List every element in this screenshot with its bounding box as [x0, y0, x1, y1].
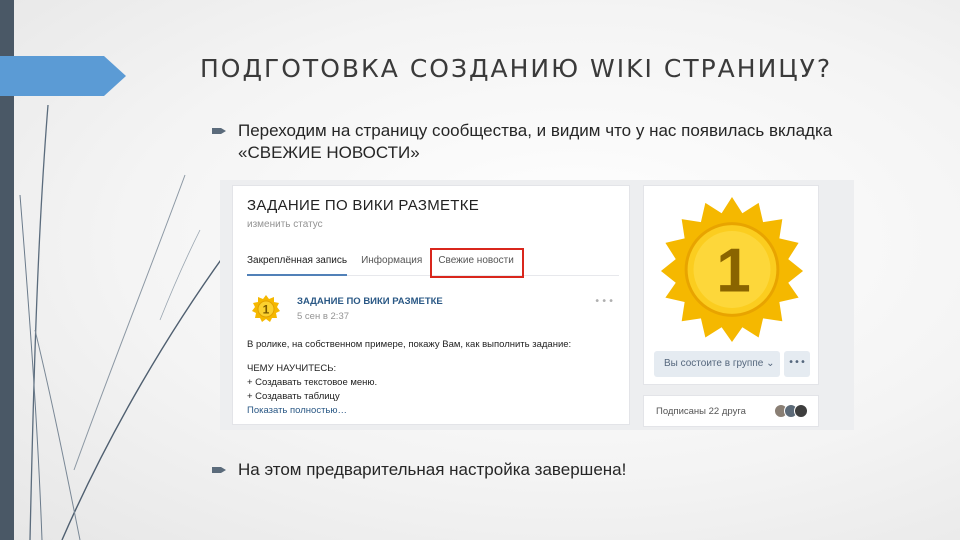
group-avatar-card: 1 Вы состоите в группе ⌄ •••: [643, 185, 819, 385]
post-line: В ролике, на собственном примере, покажу…: [247, 339, 572, 350]
bullet-text: На этом предварительная настройка заверш…: [238, 460, 627, 479]
group-title: ЗАДАНИЕ ПО ВИКИ РАЗМЕТКЕ: [247, 197, 480, 214]
avatar: [794, 404, 808, 418]
medal-icon: 1: [660, 196, 804, 342]
friend-avatars[interactable]: [774, 404, 808, 418]
slide-title: ПОДГОТОВКА СОЗДАНИЮ WIKI СТРАНИЦУ?: [200, 54, 833, 83]
bullet-item: Переходим на страницу сообщества, и види…: [212, 120, 852, 164]
post-line: ЧЕМУ НАУЧИТЕСЬ:: [247, 363, 337, 374]
friends-card: Подписаны 22 друга: [643, 395, 819, 427]
post-timestamp[interactable]: 5 сен в 2:37: [297, 311, 349, 322]
tab-fresh-news[interactable]: Свежие новости: [430, 248, 524, 278]
post-line: + Создавать текстовое меню.: [247, 377, 378, 388]
svg-text:1: 1: [263, 303, 270, 317]
post-line: + Создавать таблицу: [247, 391, 340, 402]
group-tabs: Закреплённая запись Информация Свежие но…: [247, 248, 619, 278]
vk-screenshot: ЗАДАНИЕ ПО ВИКИ РАЗМЕТКЕ изменить статус…: [220, 180, 854, 430]
more-actions-button[interactable]: •••: [784, 351, 810, 377]
post-body: В ролике, на собственном примере, покажу…: [247, 338, 619, 418]
svg-text:1: 1: [716, 237, 751, 306]
show-more-link[interactable]: Показать полностью…: [247, 404, 619, 418]
post-more-menu[interactable]: •••: [594, 296, 615, 307]
change-status-link[interactable]: изменить статус: [247, 219, 323, 230]
post-author-link[interactable]: ЗАДАНИЕ ПО ВИКИ РАЗМЕТКЕ: [297, 296, 443, 307]
bullet-arrow-icon: [212, 467, 226, 473]
tab-info[interactable]: Информация: [361, 252, 422, 276]
medal-avatar-icon: 1: [252, 295, 280, 322]
bullet-item: На этом предварительная настройка заверш…: [212, 459, 852, 481]
title-arrow-marker: [0, 56, 126, 96]
member-status-button[interactable]: Вы состоите в группе ⌄: [654, 351, 780, 377]
tab-pinned-post[interactable]: Закреплённая запись: [247, 252, 348, 276]
bullet-text: Переходим на страницу сообщества, и види…: [238, 121, 833, 162]
group-main-card: ЗАДАНИЕ ПО ВИКИ РАЗМЕТКЕ изменить статус…: [232, 185, 630, 425]
friends-subscribed-text[interactable]: Подписаны 22 друга: [656, 406, 746, 417]
bullet-arrow-icon: [212, 128, 226, 134]
